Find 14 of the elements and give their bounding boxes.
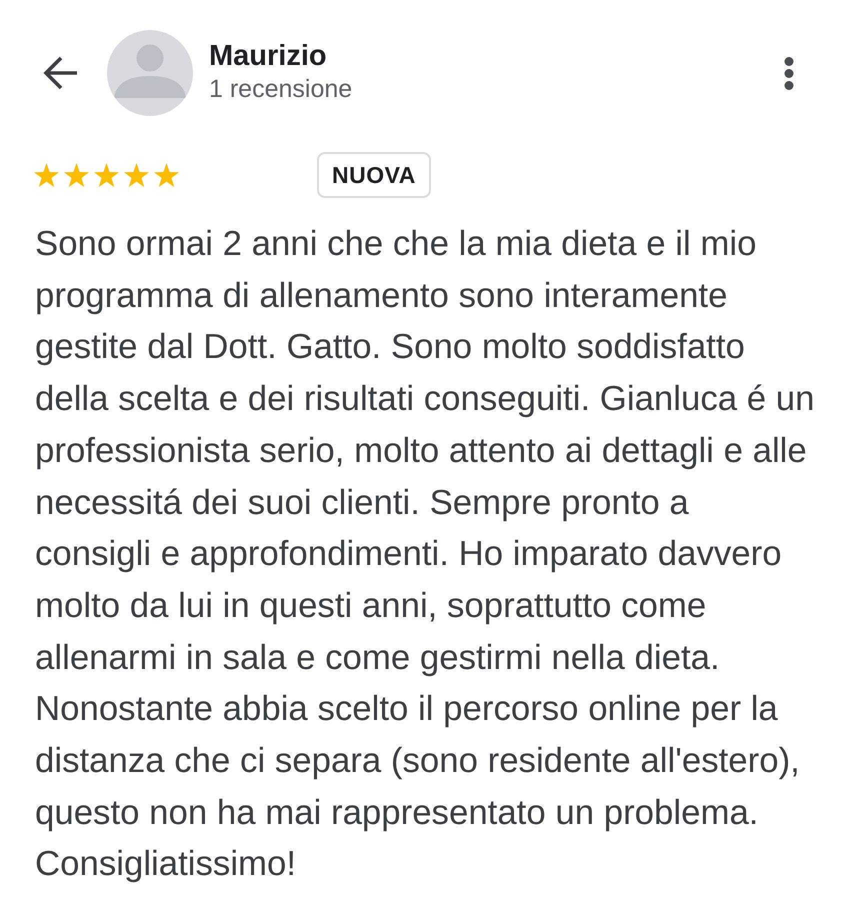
star-icon: [64, 163, 89, 187]
star-icon: [34, 163, 59, 187]
back-button[interactable]: [42, 54, 80, 92]
review-text: Sono ormai 2 anni che che la mia dieta e il mio programma di allenamento sono interamente gestite dal Dott. Gatto. Sono molto soddisfatto della scelta e dei risultati conseguiti. Gianluca é un professionista serio, molto attento ai dettagli e alle necessitá dei suoi clienti. Sempre pronto a consigli e approfondimenti. Ho imparato davvero molto da lui in questi anni, soprattutto come allenarmi in sala e come gestirmi nella dieta. Nonostante abbia scelto il percorso online per la distanza che ci separa (sono residente all'estero), questo non ha mai rappresentato un problema. Consigliatissimo!: [35, 223, 816, 886]
avatar-silhouette-icon: [107, 30, 193, 116]
more-options-icon: [784, 56, 794, 90]
star-icon: [154, 163, 179, 187]
star-icon: [124, 163, 149, 187]
star-icon: [94, 163, 119, 187]
review-count: 1 recensione: [209, 74, 352, 104]
back-arrow-icon: [43, 56, 79, 90]
new-badge: NUOVA: [317, 152, 431, 198]
more-options-button[interactable]: [783, 55, 795, 91]
reviewer-name: Maurizio: [209, 40, 328, 73]
